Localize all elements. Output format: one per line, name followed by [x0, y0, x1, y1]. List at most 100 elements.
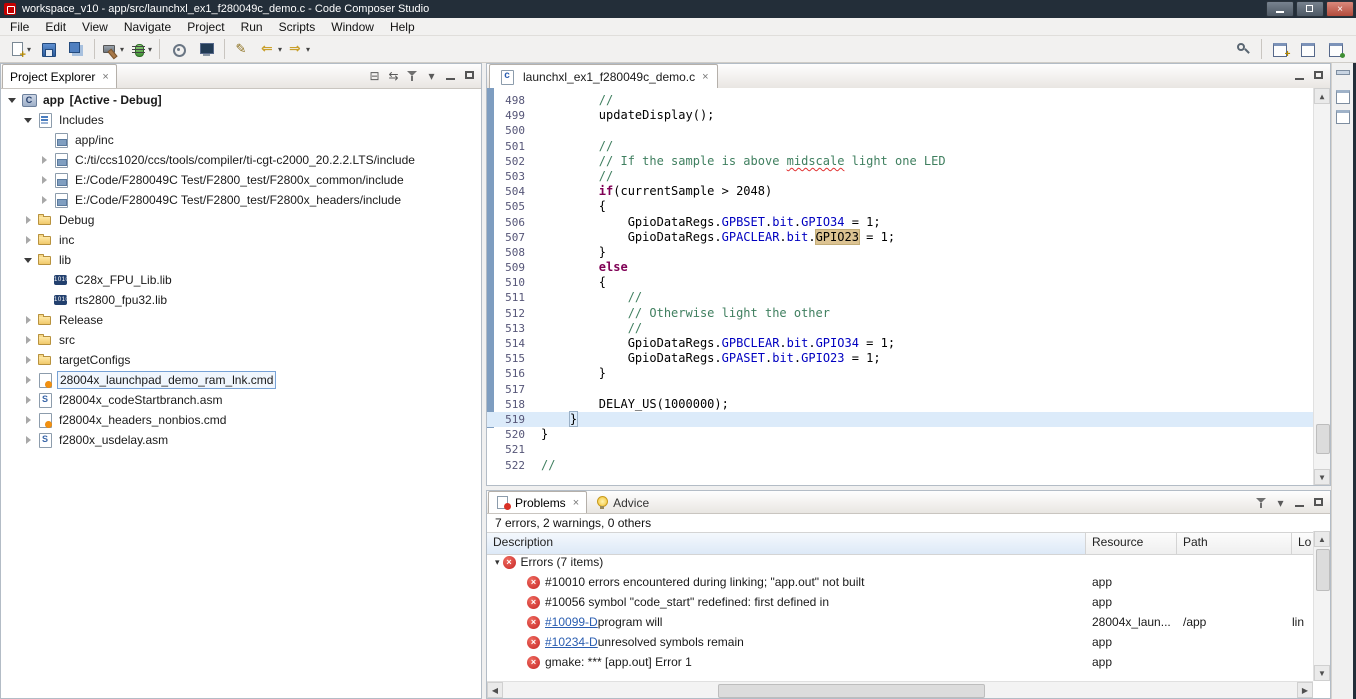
menu-edit[interactable]: Edit — [37, 18, 74, 36]
console-button[interactable] — [192, 38, 220, 60]
editor-tab[interactable]: launchxl_ex1_f280049c_demo.c × — [489, 64, 718, 88]
expand-arrow-icon[interactable] — [21, 230, 36, 250]
code-line[interactable]: 499 updateDisplay(); — [487, 108, 1313, 123]
view-menu-icon[interactable]: ▾ — [1271, 494, 1290, 512]
code-line[interactable]: 503 // — [487, 169, 1313, 184]
code-line[interactable]: 509 else — [487, 260, 1313, 275]
code-line[interactable]: 517 — [487, 382, 1313, 397]
code-line[interactable]: 522// — [487, 458, 1313, 473]
expand-arrow-icon[interactable] — [21, 430, 36, 450]
code-line[interactable]: 510 { — [487, 275, 1313, 290]
close-icon[interactable]: × — [573, 497, 579, 509]
forward-button[interactable]: ▾ — [285, 38, 313, 60]
tree-item[interactable]: app/inc — [1, 130, 481, 150]
menu-navigate[interactable]: Navigate — [116, 18, 179, 36]
view-menu-icon[interactable]: ▾ — [422, 67, 441, 85]
ccs-debug-perspective-button[interactable] — [1322, 38, 1350, 60]
close-icon[interactable]: × — [102, 71, 108, 83]
save-all-button[interactable] — [62, 38, 90, 60]
build-button[interactable]: ▾ — [99, 38, 127, 60]
menu-file[interactable]: File — [2, 18, 37, 36]
expand-arrow-icon[interactable] — [21, 310, 36, 330]
collapse-all-icon[interactable]: ⊟ — [365, 67, 384, 85]
window-minimize-button[interactable] — [1266, 1, 1294, 17]
collapse-arrow-icon[interactable] — [21, 110, 36, 130]
scroll-left-icon[interactable]: ◀ — [487, 682, 503, 698]
filter-icon[interactable] — [1252, 494, 1271, 512]
ccs-edit-perspective-button[interactable] — [1294, 38, 1322, 60]
error-code-link[interactable]: #10234-D — [545, 635, 598, 649]
problem-row[interactable]: ×#10099-D program will28004x_laun.../app… — [487, 612, 1313, 632]
minimize-icon[interactable] — [441, 67, 460, 85]
tree-item[interactable]: lib — [1, 250, 481, 270]
column-description[interactable]: Description — [487, 533, 1086, 554]
problem-row[interactable]: ×#10010 errors encountered during linkin… — [487, 572, 1313, 592]
new-button[interactable]: ▾ — [6, 38, 34, 60]
expand-arrow-icon[interactable] — [21, 370, 36, 390]
tree-item[interactable]: f28004x_headers_nonbios.cmd — [1, 410, 481, 430]
tree-item[interactable]: f2800x_usdelay.asm — [1, 430, 481, 450]
save-button[interactable] — [34, 38, 62, 60]
code-line[interactable]: 514 GpioDataRegs.GPBCLEAR.bit.GPIO34 = 1… — [487, 336, 1313, 351]
scrollbar-thumb[interactable] — [718, 684, 984, 698]
collapse-arrow-icon[interactable]: ▾ — [495, 557, 500, 568]
close-icon[interactable]: × — [702, 71, 708, 83]
column-path[interactable]: Path — [1177, 533, 1292, 554]
tree-item[interactable]: f28004x_codeStartbranch.asm — [1, 390, 481, 410]
tree-item[interactable]: Includes — [1, 110, 481, 130]
expand-arrow-icon[interactable] — [21, 410, 36, 430]
minimize-icon[interactable] — [1290, 67, 1309, 85]
problems-vertical-scrollbar[interactable]: ▲ ▼ — [1313, 531, 1330, 681]
minimized-view-icon-2[interactable] — [1335, 109, 1351, 123]
tree-item[interactable]: C:/ti/ccs1020/ccs/tools/compiler/ti-cgt-… — [1, 150, 481, 170]
expand-arrow-icon[interactable] — [21, 350, 36, 370]
minimize-icon[interactable] — [1290, 494, 1309, 512]
open-perspective-button[interactable] — [1266, 38, 1294, 60]
tree-item[interactable]: Release — [1, 310, 481, 330]
tree-item[interactable]: 28004x_launchpad_demo_ram_lnk.cmd — [1, 370, 481, 390]
code-line[interactable]: 501 // — [487, 139, 1313, 154]
window-close-button[interactable]: × — [1326, 1, 1354, 17]
code-line[interactable]: 516 } — [487, 366, 1313, 381]
tree-item[interactable]: C28x_FPU_Lib.lib — [1, 270, 481, 290]
tree-item[interactable]: inc — [1, 230, 481, 250]
code-line[interactable]: 505 { — [487, 199, 1313, 214]
expand-arrow-icon[interactable] — [37, 190, 52, 210]
menu-window[interactable]: Window — [323, 18, 382, 36]
collapse-arrow-icon[interactable] — [5, 90, 20, 110]
editor-vertical-scrollbar[interactable]: ▲ ▼ — [1313, 88, 1330, 485]
problem-row[interactable]: ×#10056 symbol "code_start" redefined: f… — [487, 592, 1313, 612]
problems-horizontal-scrollbar[interactable]: ◀ ▶ — [487, 681, 1313, 698]
scroll-down-icon[interactable]: ▼ — [1314, 665, 1330, 681]
filter-icon[interactable] — [403, 67, 422, 85]
menu-run[interactable]: Run — [233, 18, 271, 36]
problems-tab[interactable]: Problems × — [488, 491, 587, 513]
column-resource[interactable]: Resource — [1086, 533, 1177, 554]
maximize-icon[interactable] — [1309, 67, 1328, 85]
tree-item[interactable]: src — [1, 330, 481, 350]
tree-item[interactable]: targetConfigs — [1, 350, 481, 370]
tree-item[interactable]: Debug — [1, 210, 481, 230]
code-line[interactable]: 502 // If the sample is above midscale l… — [487, 154, 1313, 169]
code-line[interactable]: 508 } — [487, 245, 1313, 260]
scroll-right-icon[interactable]: ▶ — [1297, 682, 1313, 698]
advice-tab[interactable]: Advice — [587, 492, 656, 513]
scrollbar-thumb[interactable] — [1316, 549, 1330, 591]
problem-row[interactable]: ×#10234-D unresolved symbols remainapp — [487, 632, 1313, 652]
search-button[interactable] — [1229, 38, 1257, 60]
code-line[interactable]: 500 — [487, 123, 1313, 138]
menu-scripts[interactable]: Scripts — [271, 18, 324, 36]
code-editor[interactable]: 498 //499 updateDisplay();500501 //502 /… — [487, 88, 1330, 485]
problem-row[interactable]: ×gmake: *** [app.out] Error 1app — [487, 652, 1313, 672]
back-button[interactable]: ▾ — [257, 38, 285, 60]
project-explorer-tab[interactable]: Project Explorer × — [2, 64, 117, 88]
menu-project[interactable]: Project — [179, 18, 232, 36]
code-line[interactable]: 498 // — [487, 93, 1313, 108]
tree-item[interactable]: rts2800_fpu32.lib — [1, 290, 481, 310]
last-edit-button[interactable] — [229, 38, 257, 60]
problems-group-row[interactable]: ▾×Errors (7 items) — [487, 552, 1313, 572]
expand-arrow-icon[interactable] — [21, 330, 36, 350]
restore-views-icon[interactable] — [1335, 69, 1351, 83]
link-with-editor-icon[interactable]: ⇆ — [384, 67, 403, 85]
minimized-view-icon-1[interactable] — [1335, 89, 1351, 103]
